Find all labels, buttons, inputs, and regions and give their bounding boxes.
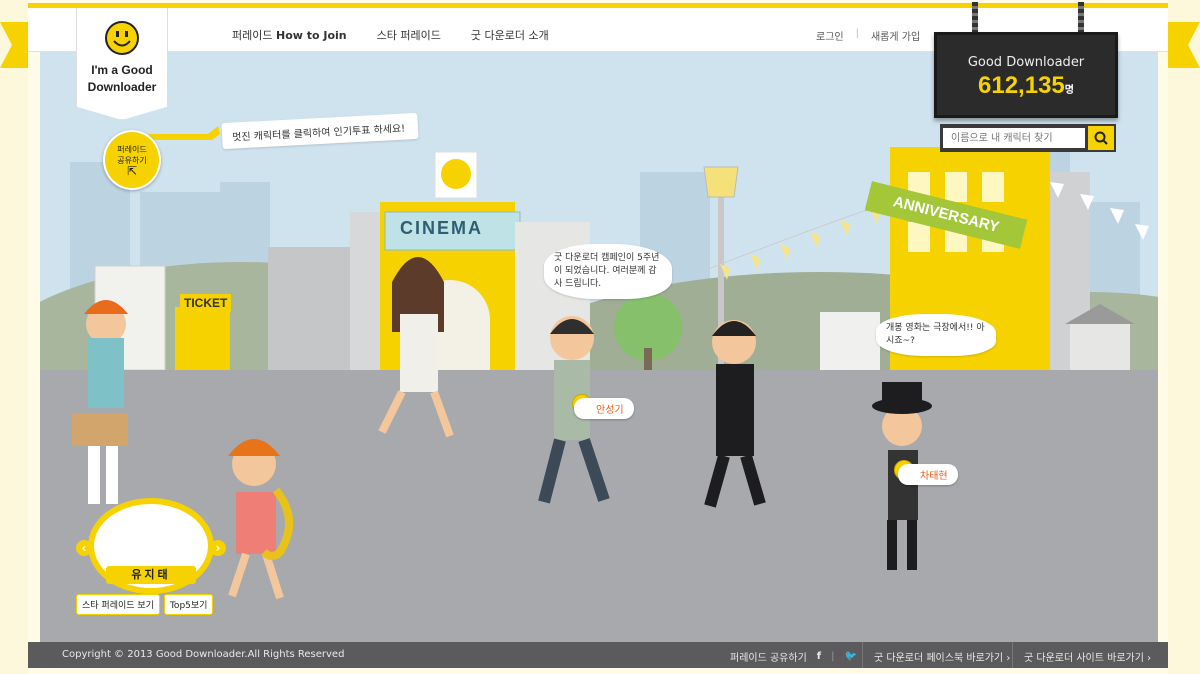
divider	[1012, 642, 1013, 668]
character-woman-bag[interactable]	[378, 257, 454, 438]
smiley-logo-icon	[105, 21, 139, 55]
divider	[862, 642, 863, 668]
share-label-line1: 퍼레이드	[117, 145, 147, 154]
footer-share: 퍼레이드 공유하기 f | 🐦	[730, 649, 857, 664]
share-icon: ⇱	[126, 164, 138, 178]
character-search-input[interactable]	[943, 128, 1085, 148]
view-top5-button[interactable]: Top5보기	[163, 594, 214, 615]
next-star-button[interactable]: ›	[210, 540, 226, 556]
site-link[interactable]: 굿 다운로더 사이트 바로가기 ›	[1024, 649, 1151, 664]
site-logo[interactable]: I'm a Good Downloader	[76, 8, 168, 120]
prev-star-button[interactable]: ‹	[76, 540, 92, 556]
main-nav: 퍼레이드 How to Join 스타 퍼레이드 굿 다운로더 소개	[232, 27, 549, 43]
login-link[interactable]: 로그인	[816, 28, 844, 43]
character-suit-man[interactable]	[704, 320, 766, 508]
nav-how-to-join[interactable]: 퍼레이드 How to Join	[232, 27, 347, 43]
divider: |	[855, 28, 859, 39]
view-star-parade-button[interactable]: 스타 퍼레이드 보기	[76, 594, 160, 615]
nav-how-to-join-prefix: 퍼레이드	[232, 29, 276, 42]
character-saxophone-girl[interactable]	[228, 439, 294, 600]
character-search	[940, 124, 1116, 152]
logo-text-line2: Downloader	[87, 80, 157, 94]
featured-star-name: 유지태	[106, 566, 196, 584]
facebook-icon[interactable]: f	[817, 651, 821, 662]
name-tag-cha-taehyun[interactable]: 차태현	[898, 464, 958, 485]
counter-number: 612,135	[978, 72, 1065, 99]
counter-unit: 명	[1064, 85, 1074, 96]
nav-about[interactable]: 굿 다운로더 소개	[471, 27, 549, 43]
divider: |	[831, 651, 835, 662]
share-parade-button[interactable]: 퍼레이드 공유하기 ⇱	[103, 130, 161, 190]
downloader-counter: Good Downloader 612,135명	[934, 32, 1118, 118]
speech-bubble-cinema: 개봉 영화는 극장에서!! 아시죠~?	[876, 314, 996, 356]
counter-title: Good Downloader	[967, 55, 1085, 70]
sign-chain-left	[972, 2, 978, 36]
logo-text-line1: I'm a Good	[91, 63, 153, 77]
copyright-text: Copyright © 2013 Good Downloader.All Rig…	[62, 649, 345, 660]
sign-chain-right	[1078, 2, 1084, 36]
util-links: 로그인 | 새롭게 가입	[816, 28, 920, 43]
nav-how-to-join-bold: How to Join	[275, 29, 347, 42]
footer-share-label: 퍼레이드 공유하기	[730, 653, 807, 664]
search-button[interactable]	[1088, 126, 1114, 150]
search-icon	[1094, 131, 1108, 145]
signup-link[interactable]: 새롭게 가입	[871, 28, 920, 43]
character-sunglasses-man[interactable]	[72, 300, 128, 504]
featured-star-actions: 스타 퍼레이드 보기 Top5보기	[76, 594, 214, 615]
name-tag-ahn-sungki[interactable]: 안성기	[574, 398, 634, 419]
speech-bubble-anniversary: 굿 다운로더 캠페인이 5주년이 되었습니다. 여러분께 감사 드립니다.	[544, 244, 672, 299]
nav-star-parade[interactable]: 스타 퍼레이드	[377, 27, 441, 43]
facebook-page-link[interactable]: 굿 다운로더 페이스북 바로가기 ›	[874, 649, 1010, 664]
counter-value: 612,135명	[937, 72, 1115, 100]
footer-bar: Copyright © 2013 Good Downloader.All Rig…	[28, 642, 1168, 668]
featured-star-widget: ‹ › 유지태 스타 퍼레이드 보기 Top5보기	[76, 498, 226, 618]
twitter-icon[interactable]: 🐦	[845, 651, 857, 662]
